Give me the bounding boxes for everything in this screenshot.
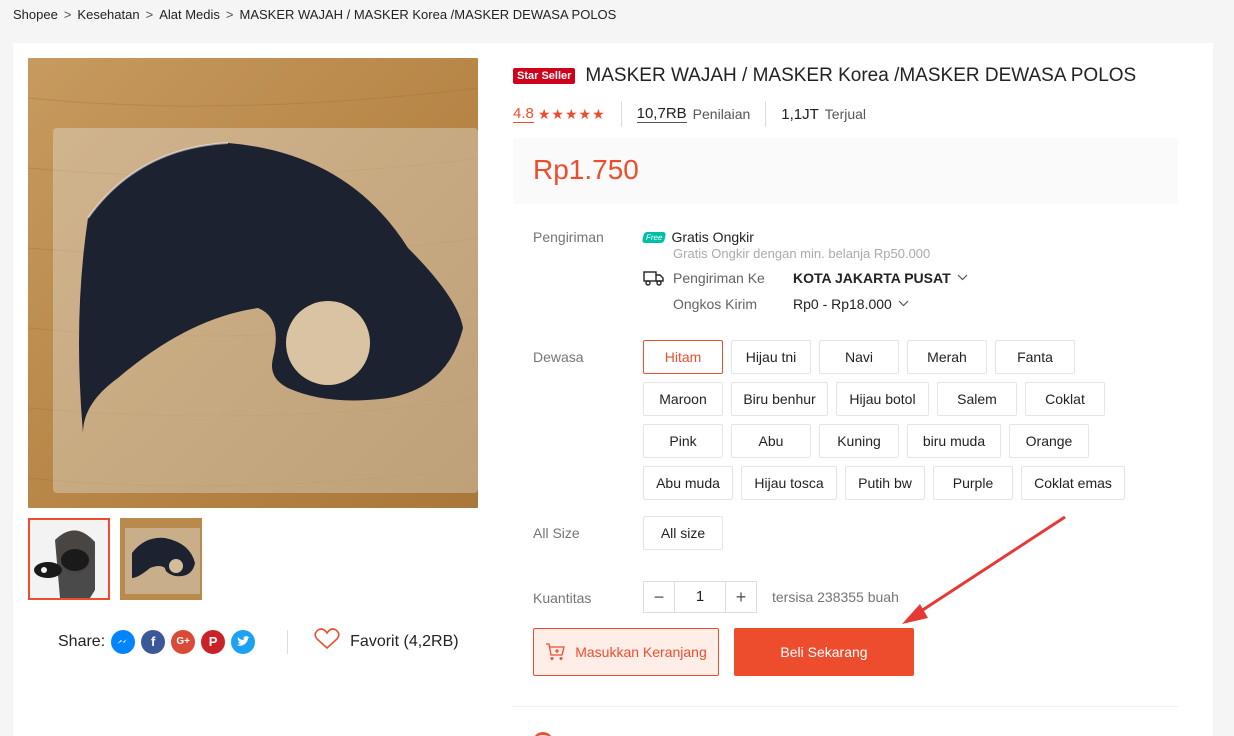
- mask-photo: [28, 58, 478, 508]
- variation-row: Pink Abu Kuning biru muda Orange: [643, 424, 1143, 458]
- product-main-image[interactable]: [28, 58, 478, 508]
- google-plus-icon[interactable]: G+: [171, 629, 196, 654]
- option-all-size[interactable]: All size: [643, 516, 723, 550]
- truck-icon: [643, 269, 665, 287]
- variation-row: Maroon Biru benhur Hijau botol Salem Cok…: [643, 382, 1143, 416]
- option-merah[interactable]: Merah: [907, 340, 987, 374]
- sold-label: Terjual: [824, 106, 867, 122]
- size-options: All size: [643, 516, 731, 550]
- price-box: Rp1.750: [513, 138, 1178, 204]
- option-hijau-botol[interactable]: Hijau botol: [836, 382, 929, 416]
- messenger-icon[interactable]: [111, 629, 136, 654]
- title-row: Star Seller MASKER WAJAH / MASKER Korea …: [513, 65, 1173, 87]
- rating-divider: [620, 101, 622, 127]
- sold-count: 1,1JT: [781, 105, 819, 123]
- option-navi[interactable]: Navi: [819, 340, 899, 374]
- shipping-cost-value[interactable]: Rp0 - Rp18.000: [793, 296, 892, 312]
- option-hitam[interactable]: Hitam: [643, 340, 723, 374]
- sold-divider: [765, 101, 767, 127]
- shipping-info: Free Gratis Ongkir Gratis Ongkir dengan …: [641, 228, 968, 313]
- option-coklat[interactable]: Coklat: [1025, 382, 1105, 416]
- chevron-right-icon: >: [145, 7, 154, 22]
- option-salem[interactable]: Salem: [937, 382, 1017, 416]
- breadcrumb-alat-medis[interactable]: Alat Medis: [159, 7, 220, 22]
- share-divider: [287, 629, 289, 654]
- stock-remaining: tersisa 238355 buah: [772, 589, 899, 605]
- add-to-cart-button[interactable]: Masukkan Keranjang: [533, 628, 719, 676]
- free-shipping-icon: Free: [641, 231, 667, 243]
- decrease-quantity-button[interactable]: −: [643, 581, 675, 613]
- star-seller-badge: Star Seller: [513, 68, 576, 84]
- option-purple[interactable]: Purple: [933, 466, 1013, 500]
- quantity-stepper: − 1 + tersisa 238355 buah: [643, 581, 899, 613]
- favorite-count[interactable]: Favorit (4,2RB): [350, 633, 458, 651]
- breadcrumb-kesehatan[interactable]: Kesehatan: [77, 7, 139, 22]
- reviews-count[interactable]: 10,7RB: [636, 105, 687, 123]
- add-to-cart-label: Masukkan Keranjang: [575, 644, 707, 660]
- product-card: Share: f G+ P Favorit (4,2RB) Star Selle…: [13, 43, 1213, 736]
- free-shipping-title: Gratis Ongkir: [671, 229, 754, 245]
- option-fanta[interactable]: Fanta: [995, 340, 1075, 374]
- thumbnail-2[interactable]: [120, 518, 202, 600]
- shipping-label: Pengiriman: [533, 229, 604, 245]
- chevron-down-icon[interactable]: [957, 272, 968, 284]
- woman-mask-thumbnail: [30, 520, 108, 598]
- reviews-label: Penilaian: [692, 106, 751, 122]
- heart-icon[interactable]: [314, 628, 340, 655]
- chevron-right-icon: >: [225, 7, 234, 22]
- chevron-down-icon[interactable]: [898, 298, 909, 310]
- option-abu[interactable]: Abu: [731, 424, 811, 458]
- variation-row: Hitam Hijau tni Navi Merah Fanta: [643, 340, 1143, 374]
- share-label: Share:: [58, 632, 106, 650]
- option-putih-bw[interactable]: Putih bw: [845, 466, 925, 500]
- option-orange[interactable]: Orange: [1009, 424, 1089, 458]
- pinterest-icon[interactable]: P: [201, 629, 226, 654]
- breadcrumb-shopee[interactable]: Shopee: [13, 7, 58, 22]
- option-biru-benhur[interactable]: Biru benhur: [731, 382, 828, 416]
- quantity-label: Kuantitas: [533, 590, 592, 606]
- variation-row: Abu muda Hijau tosca Putih bw Purple Cok…: [643, 466, 1143, 500]
- quantity-input[interactable]: 1: [675, 581, 725, 613]
- rating-row: 4.8 ★★★★★ 10,7RB Penilaian 1,1JT Terjual: [513, 101, 866, 127]
- increase-quantity-button[interactable]: +: [725, 581, 757, 613]
- breadcrumb: Shopee > Kesehatan > Alat Medis > MASKER…: [13, 7, 616, 22]
- rating-value[interactable]: 4.8: [513, 105, 534, 123]
- variation-options: Hitam Hijau tni Navi Merah Fanta Maroon …: [643, 340, 1143, 508]
- option-hijau-tni[interactable]: Hijau tni: [731, 340, 811, 374]
- product-title: MASKER WAJAH / MASKER Korea /MASKER DEWA…: [585, 65, 1137, 86]
- size-label: All Size: [533, 525, 580, 541]
- section-divider: [513, 706, 1178, 707]
- cart-plus-icon: [545, 643, 566, 661]
- thumbnail-list: [28, 518, 202, 600]
- share-row: Share: f G+ P Favorit (4,2RB): [58, 628, 459, 655]
- facebook-icon[interactable]: f: [141, 629, 166, 654]
- product-price: Rp1.750: [533, 154, 639, 185]
- thumbnail-1[interactable]: [28, 518, 110, 600]
- star-rating-icons: ★★★★★: [537, 105, 606, 122]
- chevron-right-icon: >: [63, 7, 72, 22]
- option-pink[interactable]: Pink: [643, 424, 723, 458]
- option-biru-muda[interactable]: biru muda: [907, 424, 1001, 458]
- mask-package-thumbnail: [120, 518, 202, 600]
- option-coklat-emas[interactable]: Coklat emas: [1021, 466, 1125, 500]
- breadcrumb-current: MASKER WAJAH / MASKER Korea /MASKER DEWA…: [239, 7, 617, 22]
- option-abu-muda[interactable]: Abu muda: [643, 466, 733, 500]
- option-kuning[interactable]: Kuning: [819, 424, 899, 458]
- shipping-cost-label: Ongkos Kirim: [673, 296, 758, 312]
- shipping-to-label: Pengiriman Ke: [673, 270, 765, 286]
- option-hijau-tosca[interactable]: Hijau tosca: [741, 466, 837, 500]
- variation-label: Dewasa: [533, 349, 584, 365]
- option-maroon[interactable]: Maroon: [643, 382, 723, 416]
- shipping-destination[interactable]: KOTA JAKARTA PUSAT: [793, 270, 951, 286]
- twitter-icon[interactable]: [231, 629, 256, 654]
- free-shipping-subtitle: Gratis Ongkir dengan min. belanja Rp50.0…: [673, 246, 931, 261]
- buy-now-button[interactable]: Beli Sekarang: [734, 628, 914, 676]
- guarantee-icon: [533, 732, 553, 736]
